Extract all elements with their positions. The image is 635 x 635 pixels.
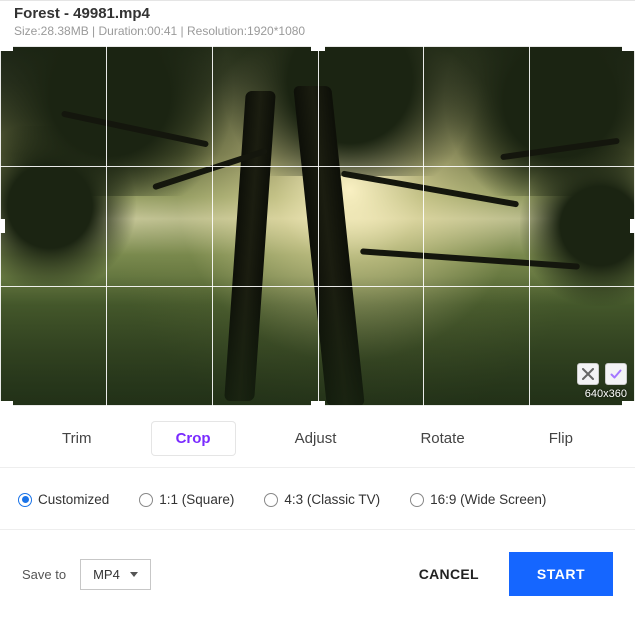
aspect-label: Customized: [38, 492, 109, 507]
crop-cancel-button[interactable]: [577, 363, 599, 385]
close-icon: [582, 368, 594, 380]
start-button[interactable]: START: [509, 552, 613, 596]
aspect-label: 4:3 (Classic TV): [284, 492, 380, 507]
crop-handle-bl[interactable]: [0, 401, 13, 406]
crop-handle-tm[interactable]: [311, 46, 325, 51]
grass-shadow: [0, 276, 635, 406]
cancel-button[interactable]: CANCEL: [401, 554, 497, 594]
tab-trim[interactable]: Trim: [38, 422, 115, 455]
radio-icon: [410, 493, 424, 507]
crop-size-label: 640x360: [585, 388, 627, 400]
tab-rotate[interactable]: Rotate: [396, 422, 488, 455]
radio-icon: [139, 493, 153, 507]
tab-flip[interactable]: Flip: [525, 422, 597, 455]
crop-overlay-controls: 640x360: [577, 363, 627, 400]
format-select[interactable]: MP4: [80, 559, 151, 590]
edit-tabs: Trim Crop Adjust Rotate Flip: [0, 422, 635, 468]
crop-handle-tr[interactable]: [622, 46, 635, 51]
aspect-customized[interactable]: Customized: [18, 492, 109, 507]
aspect-label: 1:1 (Square): [159, 492, 234, 507]
tree-canopy: [0, 126, 140, 286]
crop-handle-lm[interactable]: [0, 219, 5, 233]
crop-handle-br[interactable]: [622, 401, 635, 406]
aspect-4-3[interactable]: 4:3 (Classic TV): [264, 492, 380, 507]
video-preview[interactable]: 640x360: [0, 46, 635, 406]
footer-bar: Save to MP4 CANCEL START: [0, 530, 635, 596]
crop-handle-tl[interactable]: [0, 46, 13, 51]
crop-confirm-button[interactable]: [605, 363, 627, 385]
tab-adjust[interactable]: Adjust: [271, 422, 361, 455]
crop-handle-bm[interactable]: [311, 401, 325, 406]
aspect-1-1[interactable]: 1:1 (Square): [139, 492, 234, 507]
format-selected-value: MP4: [93, 567, 120, 582]
file-title: Forest - 49981.mp4: [14, 5, 621, 22]
radio-icon: [264, 493, 278, 507]
aspect-ratio-options: Customized 1:1 (Square) 4:3 (Classic TV)…: [0, 468, 635, 530]
aspect-label: 16:9 (Wide Screen): [430, 492, 546, 507]
save-to-label: Save to: [22, 567, 66, 582]
radio-icon: [18, 493, 32, 507]
tab-crop[interactable]: Crop: [152, 422, 235, 455]
file-header: Forest - 49981.mp4 Size:28.38MB | Durati…: [0, 0, 635, 44]
file-meta: Size:28.38MB | Duration:00:41 | Resoluti…: [14, 24, 621, 38]
check-icon: [610, 368, 622, 380]
aspect-16-9[interactable]: 16:9 (Wide Screen): [410, 492, 546, 507]
crop-handle-rm[interactable]: [630, 219, 635, 233]
chevron-down-icon: [130, 572, 138, 577]
